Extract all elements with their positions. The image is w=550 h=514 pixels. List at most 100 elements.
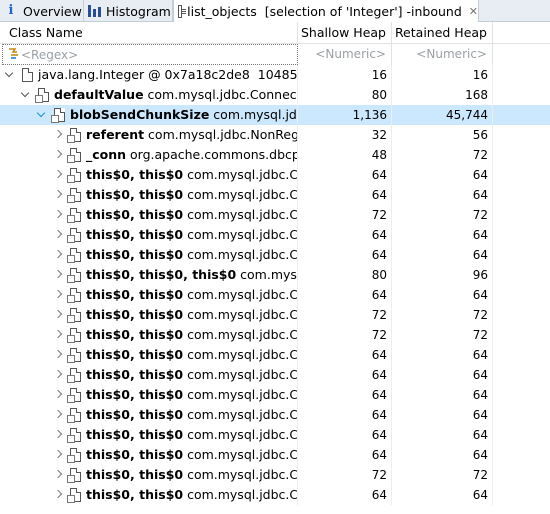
object-icon bbox=[67, 168, 81, 183]
chevron-right-icon[interactable] bbox=[52, 365, 64, 385]
column-header-shallow-heap[interactable]: Shallow Heap bbox=[298, 22, 392, 44]
tree-row[interactable]: this$0, this$0 com.mysql.jdbc.Connection… bbox=[0, 425, 550, 445]
object-label: this$0, this$0 com.mysql.jdbc.Connection… bbox=[86, 165, 297, 185]
shallow-heap-cell: 48 bbox=[298, 145, 392, 165]
chevron-right-icon[interactable] bbox=[52, 445, 64, 465]
field-name: _conn bbox=[86, 147, 127, 162]
shallow-heap-filter-input[interactable]: <Numeric> bbox=[298, 44, 392, 65]
object-class: com.mysql.jdbc.ConnectionPropertiesImpl bbox=[187, 227, 298, 242]
object-icon bbox=[67, 148, 81, 163]
tree-row[interactable]: _conn org.apache.commons.dbcp.PoolableCo… bbox=[0, 145, 550, 165]
chevron-right-icon[interactable] bbox=[52, 405, 64, 425]
shallow-heap-cell: 32 bbox=[298, 125, 392, 145]
chevron-down-icon[interactable] bbox=[36, 105, 48, 125]
field-name: this$0, this$0 bbox=[86, 427, 184, 442]
chevron-right-icon[interactable] bbox=[52, 425, 64, 445]
tab-overview[interactable]: i Overview bbox=[0, 0, 84, 22]
object-class: com.mysql.jdbc.ConnectionPropertiesImpl bbox=[187, 187, 298, 202]
object-label: this$0, this$0 com.mysql.jdbc.Connection… bbox=[86, 245, 297, 265]
retained-heap-cell: 64 bbox=[392, 225, 493, 245]
retained-heap-cell: 64 bbox=[392, 425, 493, 445]
chevron-right-icon[interactable] bbox=[52, 225, 64, 245]
tree-row[interactable]: referent com.mysql.jdbc.NonRegisteringDr… bbox=[0, 125, 550, 145]
object-icon bbox=[67, 488, 81, 503]
retained-heap-cell: 72 bbox=[392, 325, 493, 345]
tab-histogram-label: Histogram bbox=[106, 3, 171, 19]
class-name-cell: this$0, this$0 com.mysql.jdbc.Connection… bbox=[0, 465, 298, 485]
field-name: defaultValue bbox=[54, 87, 144, 102]
tree-row[interactable]: java.lang.Integer @ 0x7a18c2de8 1048576 1… bbox=[0, 65, 550, 85]
chevron-right-icon[interactable] bbox=[52, 125, 64, 145]
retained-heap-cell: 64 bbox=[392, 485, 493, 505]
class-name-cell: this$0, this$0 com.mysql.jdbc.Connection… bbox=[0, 245, 298, 265]
object-label: this$0, this$0, this$0 com.mysql.jdbc.Co… bbox=[86, 265, 297, 285]
class-name-cell: defaultValue com.mysql.jdbc.ConnectionIm… bbox=[0, 85, 298, 105]
column-header-retained-heap[interactable]: Retained Heap bbox=[392, 22, 493, 44]
object-class: com.mysql.jdbc.ConnectionPropertiesImpl bbox=[187, 367, 298, 382]
shallow-heap-cell: 64 bbox=[298, 485, 392, 505]
object-icon bbox=[67, 368, 81, 383]
object-label: this$0, this$0 com.mysql.jdbc.Connection… bbox=[86, 385, 298, 405]
tree-row[interactable]: this$0, this$0 com.mysql.jdbc.Connection… bbox=[0, 285, 550, 305]
chevron-down-icon[interactable] bbox=[4, 65, 16, 85]
tree-row[interactable]: this$0, this$0 com.mysql.jdbc.Connection… bbox=[0, 485, 550, 505]
object-label: defaultValue com.mysql.jdbc.ConnectionIm… bbox=[54, 85, 297, 105]
tree-row[interactable]: this$0, this$0 com.mysql.jdbc.Connection… bbox=[0, 345, 550, 365]
chevron-right-icon[interactable] bbox=[52, 165, 64, 185]
tree-row[interactable]: this$0, this$0 com.mysql.jdbc.Connection… bbox=[0, 185, 550, 205]
tree-row[interactable]: this$0, this$0 com.mysql.jdbc.Connection… bbox=[0, 405, 550, 425]
shallow-heap-cell: 64 bbox=[298, 185, 392, 205]
retained-heap-cell: 45,744 bbox=[392, 105, 493, 125]
tree-row[interactable]: defaultValue com.mysql.jdbc.ConnectionIm… bbox=[0, 85, 550, 105]
class-name-filter-input[interactable]: <Regex> bbox=[2, 44, 298, 65]
chevron-down-icon[interactable] bbox=[20, 85, 32, 105]
retained-heap-filter-input[interactable]: <Numeric> bbox=[392, 44, 493, 65]
chevron-right-icon[interactable] bbox=[52, 385, 64, 405]
tree-row[interactable]: this$0, this$0 com.mysql.jdbc.Connection… bbox=[0, 165, 550, 185]
chevron-right-icon[interactable] bbox=[52, 205, 64, 225]
object-icon bbox=[67, 308, 81, 323]
heap-analyzer-window: i Overview Histogram list_objects [selec… bbox=[0, 0, 550, 514]
field-name: referent bbox=[86, 127, 145, 142]
retained-heap-cell: 72 bbox=[392, 205, 493, 225]
chevron-right-icon[interactable] bbox=[52, 485, 64, 505]
tree-row[interactable]: this$0, this$0, this$0 com.mysql.jdbc.Co… bbox=[0, 265, 550, 285]
class-name-cell: this$0, this$0 com.mysql.jdbc.Connection… bbox=[0, 305, 298, 325]
chevron-right-icon[interactable] bbox=[52, 345, 64, 365]
chevron-right-icon[interactable] bbox=[52, 285, 64, 305]
class-name-cell: this$0, this$0, this$0 com.mysql.jdbc.Co… bbox=[0, 265, 298, 285]
chevron-right-icon[interactable] bbox=[52, 325, 64, 345]
object-icon bbox=[67, 408, 81, 423]
chevron-right-icon[interactable] bbox=[52, 265, 64, 285]
object-icon bbox=[67, 328, 81, 343]
shallow-heap-cell: 64 bbox=[298, 365, 392, 385]
object-label: this$0, this$0 com.mysql.jdbc.Connection… bbox=[86, 425, 297, 445]
field-name: this$0, this$0 bbox=[86, 167, 184, 182]
chevron-right-icon[interactable] bbox=[52, 465, 64, 485]
tree-row[interactable]: this$0, this$0 com.mysql.jdbc.Connection… bbox=[0, 305, 550, 325]
tree-row[interactable]: this$0, this$0 com.mysql.jdbc.Connection… bbox=[0, 325, 550, 345]
tree-row[interactable]: this$0, this$0 com.mysql.jdbc.Connection… bbox=[0, 205, 550, 225]
tree-row[interactable]: this$0, this$0 com.mysql.jdbc.Connection… bbox=[0, 385, 550, 405]
object-class: com.mysql.jdbc.ConnectionPropertiesImpl bbox=[187, 387, 298, 402]
tab-histogram[interactable]: Histogram bbox=[84, 0, 173, 22]
tree-row[interactable]: this$0, this$0 com.mysql.jdbc.Connection… bbox=[0, 365, 550, 385]
tree-row[interactable]: blobSendChunkSize com.mysql.jdbc.JDBC4Co… bbox=[0, 105, 550, 125]
chevron-right-icon[interactable] bbox=[52, 305, 64, 325]
retained-heap-cell: 64 bbox=[392, 405, 493, 425]
column-header-class-name[interactable]: Class Name bbox=[0, 22, 298, 44]
object-label: this$0, this$0 com.mysql.jdbc.Connection… bbox=[86, 445, 297, 465]
tree-row[interactable]: this$0, this$0 com.mysql.jdbc.Connection… bbox=[0, 465, 550, 485]
chevron-right-icon[interactable] bbox=[52, 185, 64, 205]
chevron-right-icon[interactable] bbox=[52, 145, 64, 165]
class-name-cell: java.lang.Integer @ 0x7a18c2de8 1048576 bbox=[0, 65, 298, 85]
chevron-right-icon[interactable] bbox=[52, 245, 64, 265]
close-icon[interactable]: ✕ bbox=[469, 5, 478, 18]
retained-heap-cell: 64 bbox=[392, 385, 493, 405]
tree-row[interactable]: this$0, this$0 com.mysql.jdbc.Connection… bbox=[0, 445, 550, 465]
tab-list-objects[interactable]: list_objects [selection of 'Integer'] -i… bbox=[173, 0, 479, 23]
object-icon bbox=[67, 348, 81, 363]
shallow-heap-cell: 72 bbox=[298, 325, 392, 345]
tree-row[interactable]: this$0, this$0 com.mysql.jdbc.Connection… bbox=[0, 225, 550, 245]
tree-row[interactable]: this$0, this$0 com.mysql.jdbc.Connection… bbox=[0, 245, 550, 265]
